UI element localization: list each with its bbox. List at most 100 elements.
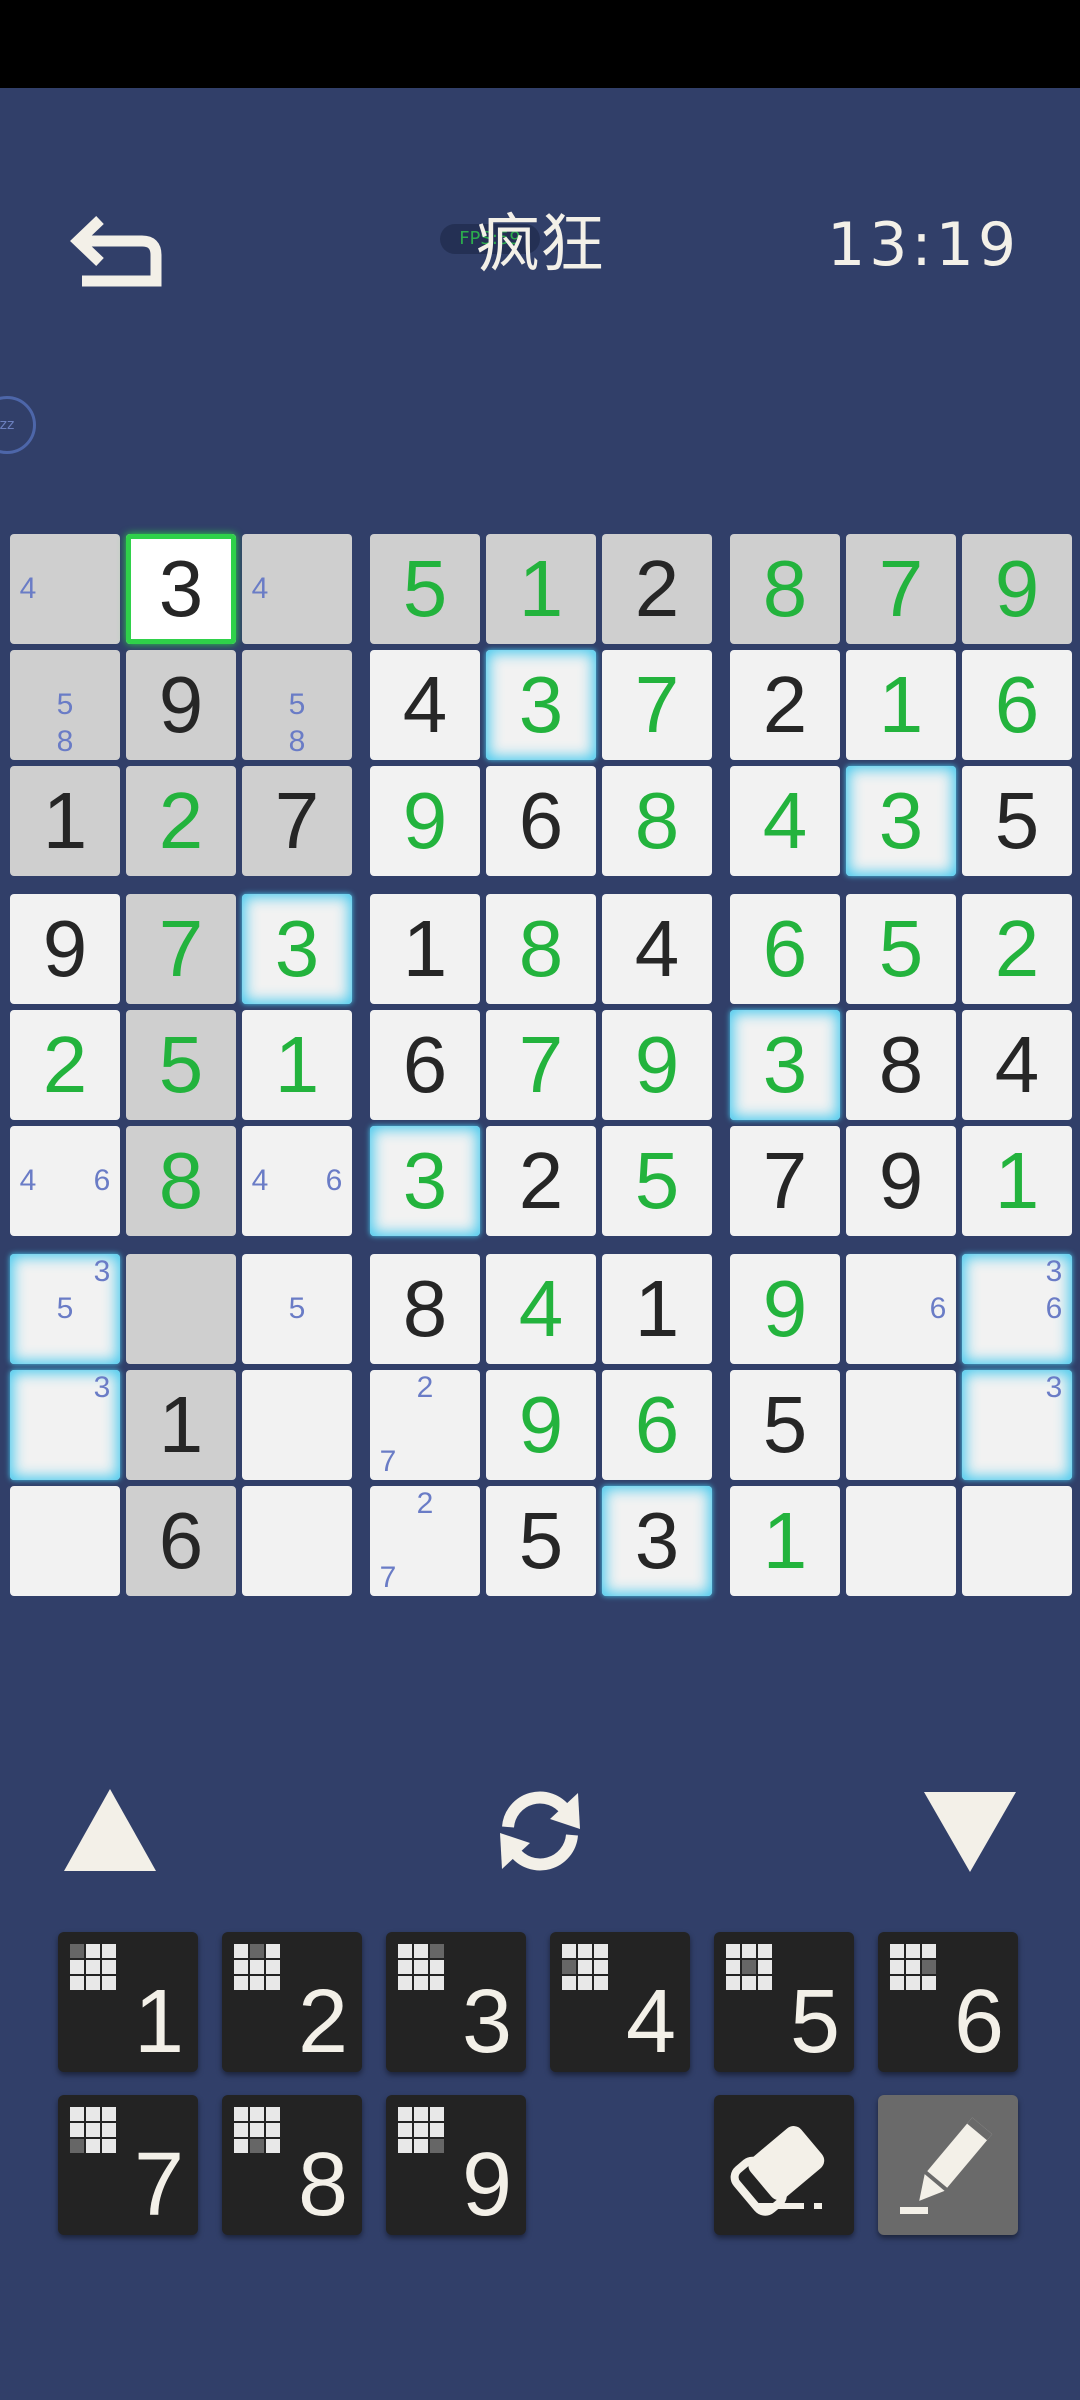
sudoku-cell[interactable]: 58 bbox=[242, 650, 352, 760]
sudoku-cell[interactable]: 36 bbox=[962, 1254, 1072, 1364]
number-button-8[interactable]: 8 bbox=[222, 2095, 362, 2235]
sudoku-cell[interactable]: 3 bbox=[10, 1370, 120, 1480]
number-button-4[interactable]: 4 bbox=[550, 1932, 690, 2072]
sudoku-cell[interactable]: 5 bbox=[602, 1126, 712, 1236]
sudoku-cell[interactable]: 1 bbox=[730, 1486, 840, 1596]
sudoku-cell[interactable]: 35 bbox=[10, 1254, 120, 1364]
number-button-6[interactable]: 6 bbox=[878, 1932, 1018, 2072]
sudoku-cell[interactable]: 8 bbox=[126, 1126, 236, 1236]
sudoku-cell[interactable]: 2 bbox=[730, 650, 840, 760]
sudoku-cell[interactable] bbox=[242, 1486, 352, 1596]
sudoku-cell[interactable]: 6 bbox=[126, 1486, 236, 1596]
sudoku-cell[interactable]: 7 bbox=[602, 650, 712, 760]
sudoku-cell[interactable]: 3 bbox=[602, 1486, 712, 1596]
sudoku-cell[interactable]: 8 bbox=[730, 534, 840, 644]
sudoku-cell[interactable]: 6 bbox=[486, 766, 596, 876]
sudoku-cell[interactable]: 5 bbox=[962, 766, 1072, 876]
pencil-note: 6 bbox=[1045, 1292, 1063, 1325]
sudoku-cell[interactable]: 3 bbox=[962, 1370, 1072, 1480]
sudoku-cell[interactable]: 9 bbox=[730, 1254, 840, 1364]
sudoku-cell[interactable]: 9 bbox=[602, 1010, 712, 1120]
sudoku-cell[interactable]: 5 bbox=[846, 894, 956, 1004]
sudoku-cell[interactable]: 4 bbox=[370, 650, 480, 760]
sudoku-cell[interactable]: 6 bbox=[846, 1254, 956, 1364]
sudoku-cell[interactable]: 9 bbox=[370, 766, 480, 876]
number-button-9[interactable]: 9 bbox=[386, 2095, 526, 2235]
sudoku-cell[interactable]: 5 bbox=[730, 1370, 840, 1480]
sudoku-cell[interactable]: 4 bbox=[730, 766, 840, 876]
sudoku-cell[interactable]: 6 bbox=[602, 1370, 712, 1480]
sudoku-cell[interactable]: 2 bbox=[10, 1010, 120, 1120]
sudoku-cell[interactable]: 8 bbox=[846, 1010, 956, 1120]
sudoku-cell[interactable]: 1 bbox=[10, 766, 120, 876]
sudoku-cell[interactable]: 3 bbox=[370, 1126, 480, 1236]
sudoku-cell[interactable]: 1 bbox=[242, 1010, 352, 1120]
sudoku-cell[interactable] bbox=[846, 1370, 956, 1480]
sudoku-cell[interactable]: 27 bbox=[370, 1370, 480, 1480]
sudoku-cell[interactable]: 4 bbox=[486, 1254, 596, 1364]
sudoku-cell[interactable]: 8 bbox=[486, 894, 596, 1004]
sudoku-cell[interactable]: 7 bbox=[486, 1010, 596, 1120]
sudoku-cell[interactable]: 6 bbox=[370, 1010, 480, 1120]
sudoku-cell[interactable]: 1 bbox=[486, 534, 596, 644]
pencil-notes-button[interactable] bbox=[878, 2095, 1018, 2235]
sudoku-cell[interactable]: 1 bbox=[602, 1254, 712, 1364]
sudoku-cell[interactable]: 9 bbox=[486, 1370, 596, 1480]
sudoku-cell[interactable]: 4 bbox=[962, 1010, 1072, 1120]
cell-digit: 9 bbox=[878, 1136, 924, 1225]
number-button-5[interactable]: 5 bbox=[714, 1932, 854, 2072]
pencil-note: 4 bbox=[251, 572, 269, 605]
number-button-1[interactable]: 1 bbox=[58, 1932, 198, 2072]
sudoku-cell[interactable] bbox=[10, 1486, 120, 1596]
sudoku-cell[interactable] bbox=[242, 1370, 352, 1480]
sudoku-cell[interactable]: 2 bbox=[486, 1126, 596, 1236]
sudoku-cell[interactable]: 8 bbox=[370, 1254, 480, 1364]
prev-button[interactable] bbox=[60, 1785, 160, 1875]
sudoku-cell[interactable]: 9 bbox=[10, 894, 120, 1004]
eraser-button[interactable] bbox=[714, 2095, 854, 2235]
sudoku-cell[interactable]: 3 bbox=[126, 534, 236, 644]
sudoku-cell[interactable]: 9 bbox=[846, 1126, 956, 1236]
sudoku-cell[interactable]: 4 bbox=[10, 534, 120, 644]
sudoku-cell[interactable]: 2 bbox=[602, 534, 712, 644]
sudoku-cell[interactable]: 27 bbox=[370, 1486, 480, 1596]
refresh-button[interactable] bbox=[488, 1783, 592, 1879]
sudoku-cell[interactable]: 5 bbox=[486, 1486, 596, 1596]
next-button[interactable] bbox=[922, 1788, 1018, 1874]
sudoku-cell[interactable]: 3 bbox=[486, 650, 596, 760]
sudoku-cell[interactable]: 4 bbox=[602, 894, 712, 1004]
sudoku-cell[interactable] bbox=[962, 1486, 1072, 1596]
sudoku-cell[interactable]: 6 bbox=[962, 650, 1072, 760]
sudoku-cell[interactable]: 6 bbox=[730, 894, 840, 1004]
sudoku-cell[interactable] bbox=[126, 1254, 236, 1364]
sudoku-cell[interactable]: 58 bbox=[10, 650, 120, 760]
sudoku-cell[interactable]: 2 bbox=[126, 766, 236, 876]
sudoku-cell[interactable]: 5 bbox=[370, 534, 480, 644]
sudoku-cell[interactable]: 8 bbox=[602, 766, 712, 876]
sudoku-cell[interactable]: 1 bbox=[370, 894, 480, 1004]
sudoku-cell[interactable]: 9 bbox=[126, 650, 236, 760]
number-button-2[interactable]: 2 bbox=[222, 1932, 362, 2072]
sudoku-cell[interactable]: 3 bbox=[846, 766, 956, 876]
sudoku-cell[interactable]: 5 bbox=[126, 1010, 236, 1120]
sudoku-cell[interactable]: 4 bbox=[242, 534, 352, 644]
number-button-7[interactable]: 7 bbox=[58, 2095, 198, 2235]
sudoku-cell[interactable]: 7 bbox=[126, 894, 236, 1004]
sudoku-cell[interactable]: 5 bbox=[242, 1254, 352, 1364]
sudoku-cell[interactable] bbox=[846, 1486, 956, 1596]
sudoku-cell[interactable]: 46 bbox=[242, 1126, 352, 1236]
sudoku-cell[interactable]: 1 bbox=[962, 1126, 1072, 1236]
number-button-3[interactable]: 3 bbox=[386, 1932, 526, 2072]
sudoku-cell[interactable]: 3 bbox=[730, 1010, 840, 1120]
sudoku-cell[interactable]: 7 bbox=[846, 534, 956, 644]
sudoku-cell[interactable]: 46 bbox=[10, 1126, 120, 1236]
cell-digit: 5 bbox=[158, 1020, 204, 1109]
sudoku-cell[interactable]: 7 bbox=[730, 1126, 840, 1236]
sudoku-cell[interactable]: 3 bbox=[242, 894, 352, 1004]
sudoku-cell[interactable]: 1 bbox=[846, 650, 956, 760]
sudoku-cell[interactable]: 1 bbox=[126, 1370, 236, 1480]
sudoku-cell[interactable]: 2 bbox=[962, 894, 1072, 1004]
sudoku-cell[interactable]: 9 bbox=[962, 534, 1072, 644]
sudoku-cell[interactable]: 7 bbox=[242, 766, 352, 876]
cell-digit: 4 bbox=[634, 904, 680, 993]
